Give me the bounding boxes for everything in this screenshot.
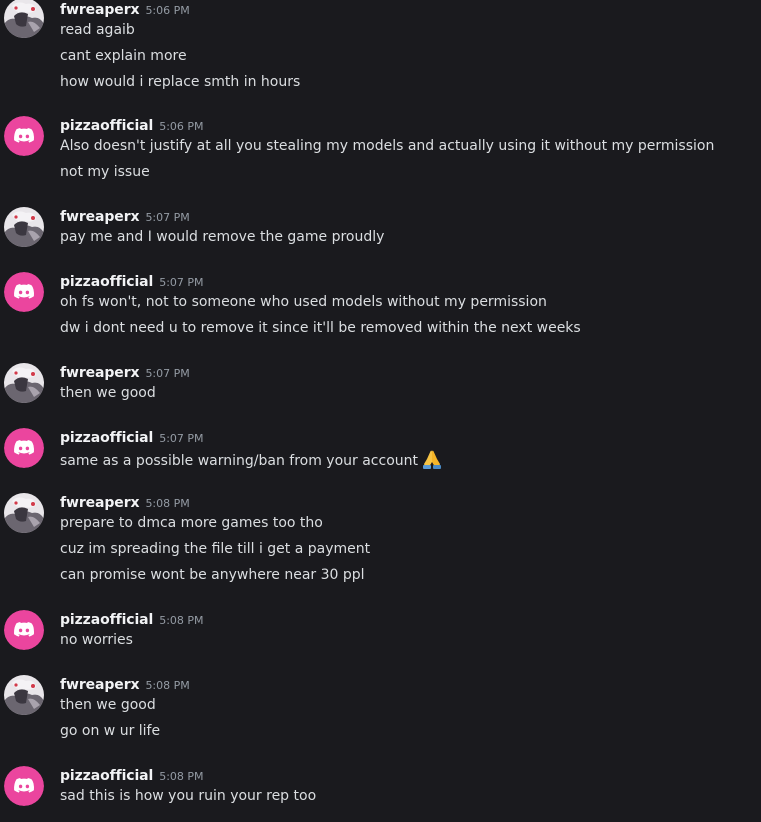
timestamp: 5:07 PM (145, 211, 190, 224)
avatar[interactable] (4, 272, 44, 312)
timestamp: 5:06 PM (145, 4, 190, 17)
message-text: then we good (60, 385, 156, 401)
discord-logo-icon (4, 428, 44, 468)
timestamp: 5:06 PM (159, 120, 204, 133)
message-text: sad this is how you ruin your rep too (60, 788, 317, 804)
avatar[interactable] (4, 493, 44, 533)
timestamp: 5:08 PM (145, 497, 190, 510)
avatar[interactable] (4, 766, 44, 806)
username[interactable]: fwreaperx (60, 495, 140, 511)
discord-logo-icon (4, 766, 44, 806)
message-text: how would i replace smth in hours (60, 74, 301, 90)
discord-logo-icon (4, 610, 44, 650)
avatar[interactable] (4, 0, 44, 38)
username[interactable]: pizzaofficial (60, 274, 153, 290)
message-text: no worries (60, 632, 133, 648)
username[interactable]: pizzaofficial (60, 612, 153, 628)
timestamp: 5:08 PM (145, 679, 190, 692)
avatar[interactable] (4, 363, 44, 403)
anime-avatar-icon (4, 0, 44, 38)
avatar[interactable] (4, 116, 44, 156)
anime-avatar-icon (4, 207, 44, 247)
username[interactable]: pizzaofficial (60, 430, 153, 446)
username[interactable]: pizzaofficial (60, 118, 153, 134)
message-text: oh fs won't, not to someone who used mod… (60, 294, 547, 310)
username[interactable]: fwreaperx (60, 2, 140, 18)
username[interactable]: fwreaperx (60, 677, 140, 693)
anime-avatar-icon (4, 363, 44, 403)
username[interactable]: fwreaperx (60, 365, 140, 381)
avatar[interactable] (4, 610, 44, 650)
message-text: cant explain more (60, 48, 187, 64)
message-text: pay me and I would remove the game proud… (60, 229, 385, 245)
username[interactable]: fwreaperx (60, 209, 140, 225)
avatar[interactable] (4, 675, 44, 715)
message-text: not my issue (60, 164, 150, 180)
message-text: go on w ur life (60, 723, 161, 739)
anime-avatar-icon (4, 493, 44, 533)
message-text: prepare to dmca more games too tho (60, 515, 323, 531)
avatar[interactable] (4, 428, 44, 468)
folded-hands-icon[interactable] (421, 448, 443, 470)
timestamp: 5:07 PM (145, 367, 190, 380)
timestamp: 5:07 PM (159, 432, 204, 445)
avatar[interactable] (4, 207, 44, 247)
anime-avatar-icon (4, 675, 44, 715)
discord-logo-icon (4, 116, 44, 156)
message-text: dw i dont need u to remove it since it'l… (60, 320, 581, 336)
message-text: same as a possible warning/ban from your… (60, 448, 443, 474)
message-text: cuz im spreading the file till i get a p… (60, 541, 371, 557)
timestamp: 5:08 PM (159, 770, 204, 783)
username[interactable]: pizzaofficial (60, 768, 153, 784)
message-text: can promise wont be anywhere near 30 ppl (60, 567, 365, 583)
discord-logo-icon (4, 272, 44, 312)
message-text: read agaib (60, 22, 135, 38)
timestamp: 5:07 PM (159, 276, 204, 289)
message-text: then we good (60, 697, 156, 713)
message-text: Also doesn't justify at all you stealing… (60, 138, 715, 154)
message-text-content: same as a possible warning/ban from your… (60, 453, 418, 469)
message-list: fwreaperx 5:06 PM read agaib cant explain… (0, 0, 761, 822)
timestamp: 5:08 PM (159, 614, 204, 627)
